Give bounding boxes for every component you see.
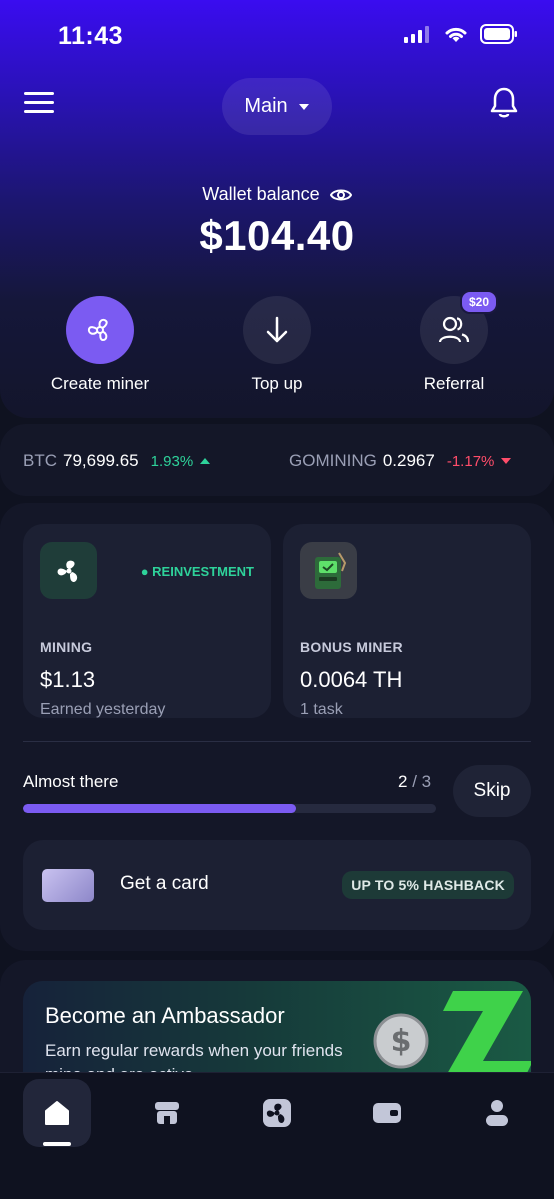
reinvestment-badge: ● REINVESTMENT [141,564,254,579]
active-tab-indicator [43,1142,71,1146]
bottom-navigation [0,1072,554,1199]
status-bar: 11:43 [0,0,554,70]
top-up-button[interactable]: Top up [207,296,347,394]
mining-sub: Earned yesterday [40,701,166,718]
ticker-btc-price: 79,699.65 [63,451,139,470]
top-up-label: Top up [251,374,303,393]
progress-separator: / [407,772,422,791]
menu-button[interactable] [24,92,56,118]
nav-profile[interactable] [463,1079,531,1147]
wallet-label: Wallet balance [202,184,320,204]
status-time: 11:43 [58,22,124,50]
account-selector[interactable]: Main [222,78,332,135]
ticker-gomining-symbol: GOMINING [289,451,377,470]
mining-title: MINING [40,639,93,655]
miner-device-icon [314,551,346,589]
home-icon [45,1101,69,1125]
ambassador-title: Become an Ambassador [45,1003,285,1028]
referral-button[interactable]: $20 Referral [384,290,524,394]
card-thumbnail [42,869,94,902]
progress-count: 2 / 3 [398,772,431,792]
get-card-label: Get a card [120,873,209,894]
fan-icon [263,1099,291,1127]
account-name: Main [244,95,288,117]
svg-text:$: $ [391,1024,412,1059]
mining-card[interactable]: ● REINVESTMENT MINING $1.13 Earned yeste… [23,524,271,718]
referral-badge: $20 [459,290,498,314]
status-icons [404,24,518,44]
profile-icon [486,1100,508,1126]
battery-icon [480,24,517,44]
dashboard-panel: ● REINVESTMENT MINING $1.13 Earned yeste… [0,503,554,951]
bonus-miner-title: BONUS MINER [300,639,403,655]
nav-home[interactable] [23,1079,91,1147]
ticker-btc-change: 1.93% [150,452,194,470]
referral-circle: $20 [420,290,498,364]
ticker-gomining-price: 0.2967 [382,451,435,470]
nav-wallet[interactable] [353,1079,421,1147]
bonus-miner-image [300,542,357,599]
trend-up-icon [200,458,211,464]
top-up-circle [243,296,311,364]
arrow-down-icon [266,316,288,343]
mining-icon-box [40,542,97,599]
divider [23,741,531,742]
ticker-btc-symbol: BTC [23,451,57,470]
get-card-row[interactable]: Get a card UP TO 5% HASHBACK [23,840,531,930]
caret-down-icon [298,103,309,110]
referral-label: Referral [423,374,485,393]
price-ticker[interactable]: BTC 79,699.65 1.93% GOMINING 0.2967 -1.1… [0,424,554,496]
create-miner-circle [66,296,134,364]
quick-actions: Create miner Top up $20 Referral [0,290,554,396]
progress-fill [23,804,296,813]
store-icon [155,1102,179,1124]
wallet-label-row: Wallet balance [0,184,554,205]
fan-icon [57,560,77,582]
wallet-balance: $104.40 [199,212,355,259]
progress-label: Almost there [23,772,119,791]
progress-total: 3 [421,772,432,791]
top-header: Main [0,78,554,136]
skip-button[interactable]: Skip [453,765,531,817]
nav-store[interactable] [133,1079,201,1147]
progress-bar [23,804,436,813]
fan-icon [87,318,108,342]
bonus-miner-sub: 1 task [300,701,343,718]
wifi-icon [445,27,467,42]
ticker-gomining-change: -1.17% [446,452,495,470]
ticker-gomining: GOMINING 0.2967 -1.17% [289,451,512,471]
trend-down-icon [501,458,512,464]
hashback-badge: UP TO 5% HASHBACK [342,871,514,899]
mining-value: $1.13 [40,667,96,692]
bonus-miner-card[interactable]: BONUS MINER 0.0064 TH 1 task [283,524,531,718]
bonus-miner-value: 0.0064 TH [300,667,403,692]
nav-miners[interactable] [243,1079,311,1147]
users-icon [438,316,470,343]
bell-icon[interactable] [490,86,518,120]
reinvestment-label: REINVESTMENT [152,564,254,579]
status-dot: ● [140,564,153,579]
create-miner-label: Create miner [50,374,150,393]
wallet-icon [373,1103,401,1123]
create-miner-button[interactable]: Create miner [30,296,170,394]
eye-icon[interactable] [329,187,352,203]
signal-icon [404,26,429,43]
ticker-btc: BTC 79,699.65 1.93% [23,451,211,471]
